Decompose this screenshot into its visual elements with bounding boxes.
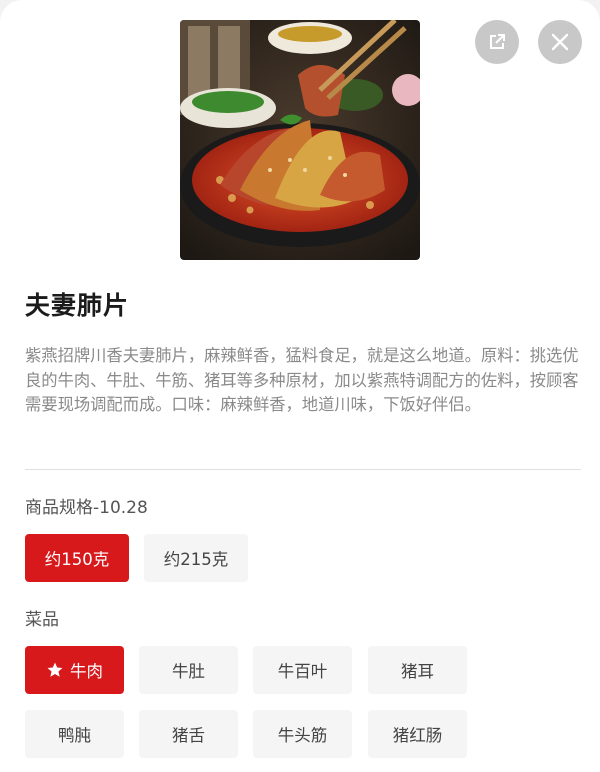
dish-option-tripe[interactable]: 牛肚 — [139, 646, 238, 694]
divider — [25, 469, 581, 470]
spec-section-label: 商品规格-10.28 — [25, 498, 148, 518]
product-photo — [180, 20, 420, 260]
chip-label: 猪耳 — [401, 662, 434, 681]
dish-option-pork-sausage[interactable]: 猪红肠 — [368, 710, 467, 758]
dish-option-pig-tongue[interactable]: 猪舌 — [139, 710, 238, 758]
chip-label: 猪红肠 — [392, 726, 443, 745]
dish-option-omasum[interactable]: 牛百叶 — [253, 646, 352, 694]
product-title: 夫妻肺片 — [25, 291, 130, 320]
chip-label: 猪舌 — [172, 726, 205, 745]
chip-label: 约215克 — [163, 550, 229, 569]
chip-label: 约150克 — [44, 550, 110, 569]
chip-label: 牛头筋 — [277, 726, 328, 745]
dish-section-label: 菜品 — [25, 610, 59, 630]
dish-option-duck-gizzard[interactable]: 鸭肫 — [25, 710, 124, 758]
dish-option-beef-tendon[interactable]: 牛头筋 — [253, 710, 352, 758]
share-icon — [487, 32, 507, 52]
close-button[interactable] — [538, 20, 582, 64]
chip-label: 牛肚 — [172, 662, 205, 681]
share-button[interactable] — [475, 20, 519, 64]
dish-option-beef[interactable]: 牛肉 — [25, 646, 124, 694]
chip-label: 牛百叶 — [277, 662, 328, 681]
star-icon — [46, 661, 64, 679]
product-detail-sheet: 夫妻肺片 紫燕招牌川香夫妻肺片，麻辣鲜香，猛料食足，就是这么地道。原料：挑选优良… — [0, 0, 600, 772]
chip-label: 鸭肫 — [58, 726, 91, 745]
close-icon — [551, 33, 569, 51]
spec-option-150g[interactable]: 约150克 — [25, 534, 129, 582]
dish-option-pig-ear[interactable]: 猪耳 — [368, 646, 467, 694]
product-description: 紫燕招牌川香夫妻肺片，麻辣鲜香，猛料食足，就是这么地道。原料：挑选优良的牛肉、牛… — [25, 346, 579, 414]
spec-option-215g[interactable]: 约215克 — [144, 534, 248, 582]
chip-label: 牛肉 — [70, 662, 103, 681]
